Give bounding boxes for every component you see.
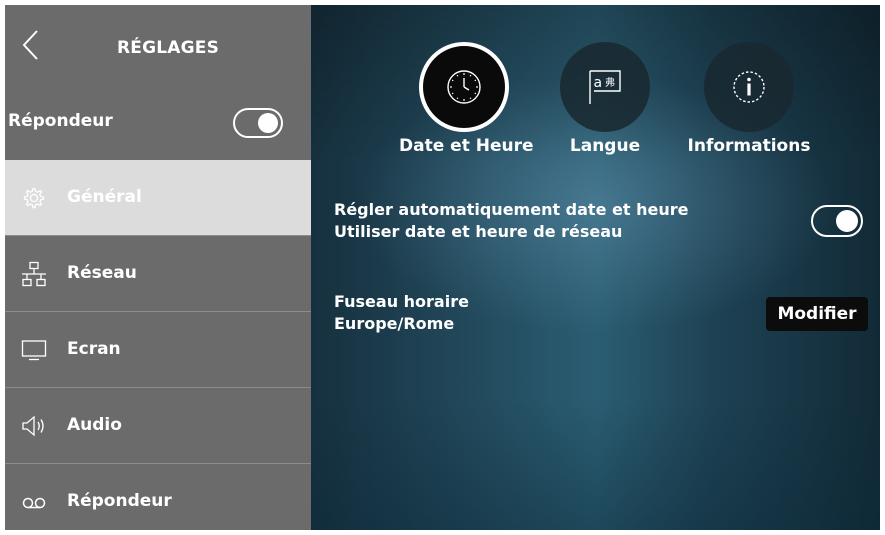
- sidebar: RÉGLAGES Répondeur Général Réseau Ecran …: [5, 5, 311, 530]
- tab-label: Informations: [687, 136, 811, 156]
- network-icon: [22, 261, 46, 287]
- back-button[interactable]: [19, 27, 45, 63]
- answering-machine-toggle-label: Répondeur: [8, 111, 113, 131]
- sidebar-title: RÉGLAGES: [117, 38, 220, 58]
- sidebar-item-general[interactable]: Général: [5, 160, 311, 236]
- sidebar-item-label: Audio: [67, 415, 122, 435]
- auto-time-setting: Régler automatiquement date et heure Uti…: [334, 199, 688, 243]
- tab-informations[interactable]: Informations: [684, 42, 814, 162]
- toggle-knob: [836, 210, 858, 232]
- sidebar-item-answering-machine[interactable]: Répondeur: [5, 464, 311, 530]
- auto-time-subtitle: Utiliser date et heure de réseau: [334, 222, 623, 241]
- tab-circle: [419, 42, 509, 132]
- svg-text:弗: 弗: [605, 76, 615, 89]
- clock-icon: [447, 70, 481, 104]
- sidebar-item-network[interactable]: Réseau: [5, 236, 311, 312]
- timezone-title: Fuseau horaire: [334, 292, 469, 311]
- timezone-setting: Fuseau horaire Europe/Rome: [334, 291, 469, 335]
- tab-circle: [704, 42, 794, 132]
- sidebar-item-screen[interactable]: Ecran: [5, 312, 311, 388]
- gear-icon: [23, 187, 45, 209]
- auto-time-title: Régler automatiquement date et heure: [334, 200, 689, 219]
- tab-label: Langue: [569, 136, 641, 156]
- tab-date-time[interactable]: Date et Heure: [399, 42, 534, 162]
- info-icon: [733, 71, 765, 103]
- speaker-icon: [22, 415, 44, 437]
- sidebar-item-label: Réseau: [67, 263, 137, 283]
- auto-time-toggle[interactable]: [811, 205, 863, 237]
- answering-machine-toggle[interactable]: [233, 108, 283, 138]
- modify-timezone-button[interactable]: Modifier: [766, 297, 868, 331]
- timezone-value: Europe/Rome: [334, 314, 455, 333]
- sidebar-item-label: Ecran: [67, 339, 121, 359]
- monitor-icon: [21, 340, 47, 361]
- svg-text:a: a: [594, 75, 603, 91]
- sidebar-item-label: Répondeur: [67, 491, 172, 511]
- language-icon: a 弗: [589, 70, 621, 104]
- tab-language[interactable]: a 弗 Langue: [540, 42, 670, 162]
- toggle-knob: [258, 113, 278, 133]
- settings-screen: RÉGLAGES Répondeur Général Réseau Ecran …: [5, 5, 880, 530]
- sidebar-header: RÉGLAGES: [5, 5, 311, 85]
- voicemail-icon: [22, 497, 46, 509]
- main-panel: Date et Heure a 弗 Langue Informations Ré…: [311, 5, 880, 530]
- chevron-left-icon: [22, 30, 38, 60]
- sidebar-item-audio[interactable]: Audio: [5, 388, 311, 464]
- tab-label: Date et Heure: [399, 136, 534, 156]
- sidebar-item-label: Général: [67, 187, 142, 207]
- answering-machine-toggle-row: Répondeur: [5, 85, 311, 160]
- sidebar-menu: Général Réseau Ecran Audio Répondeur: [5, 160, 311, 530]
- tab-circle: a 弗: [560, 42, 650, 132]
